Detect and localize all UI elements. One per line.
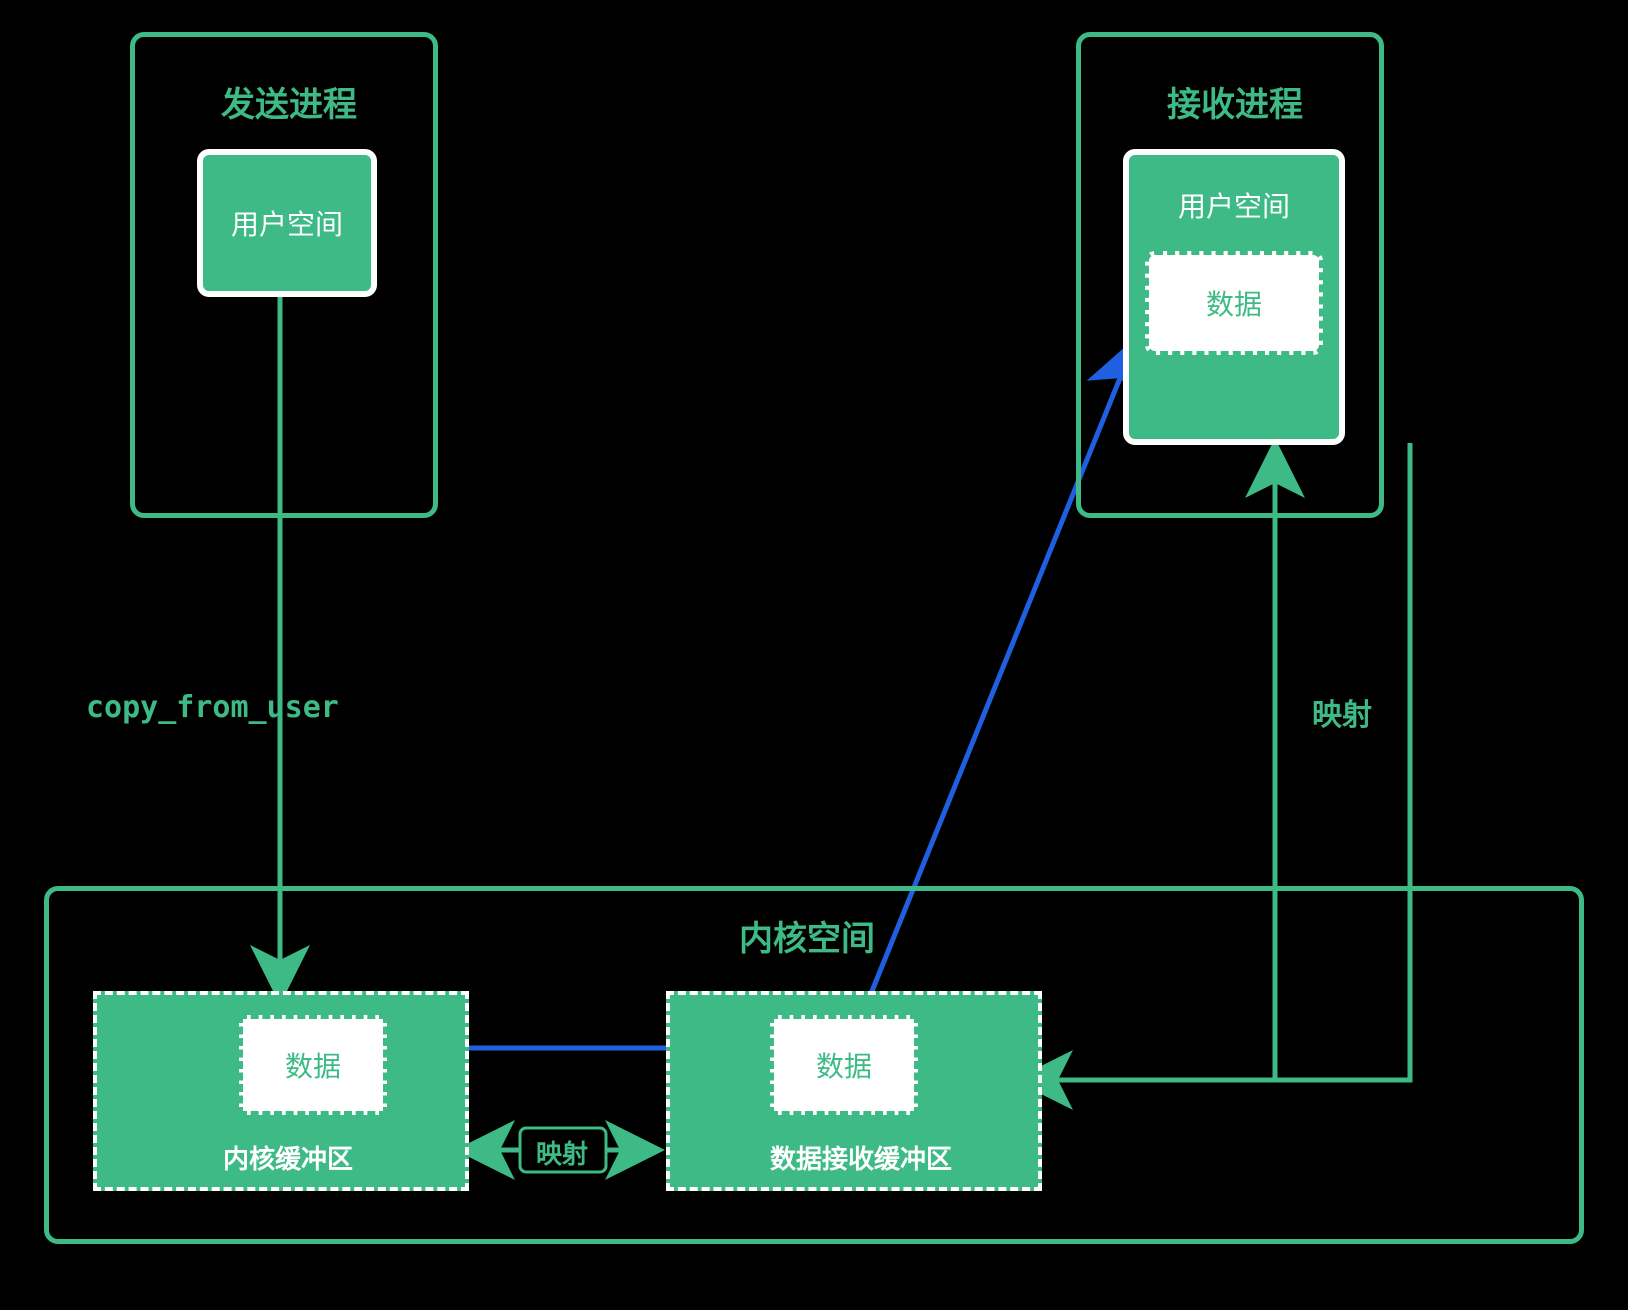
kernel-buffer-a: 数据 内核缓冲区 (93, 991, 469, 1191)
sender-title: 发送进程 (221, 77, 357, 126)
receiver-process: 接收进程 用户空间 数据 (1076, 32, 1384, 518)
kernel-space: 内核空间 数据 内核缓冲区 数据 数据接收缓冲区 (44, 886, 1584, 1244)
kernel-buffer-a-label: 内核缓冲区 (223, 1139, 353, 1176)
receiver-data-label: 数据 (1206, 283, 1262, 323)
label-map-right: 映射 (1312, 690, 1372, 734)
kernel-buffer-b: 数据 数据接收缓冲区 (666, 991, 1042, 1191)
kernel-buffer-b-data: 数据 (770, 1015, 918, 1115)
kernel-title: 内核空间 (739, 911, 875, 960)
sender-user-space-label: 用户空间 (231, 203, 343, 243)
receiver-data: 数据 (1145, 251, 1323, 355)
receiver-user-space: 用户空间 数据 (1123, 149, 1345, 445)
sender-user-space: 用户空间 (197, 149, 377, 297)
kernel-buffer-a-data-label: 数据 (285, 1045, 341, 1085)
sender-process: 发送进程 用户空间 (130, 32, 438, 518)
diagram-canvas: 发送进程 用户空间 接收进程 用户空间 数据 内核空间 数据 内核缓冲区 数据 (0, 0, 1628, 1310)
receiver-title: 接收进程 (1167, 77, 1303, 126)
kernel-buffer-a-data: 数据 (239, 1015, 387, 1115)
label-copy-from-user: copy_from_user (86, 690, 339, 725)
label-map-mid: 映射 (536, 1134, 588, 1171)
kernel-buffer-b-data-label: 数据 (816, 1045, 872, 1085)
kernel-buffer-b-label: 数据接收缓冲区 (770, 1139, 952, 1176)
receiver-user-space-label: 用户空间 (1178, 185, 1290, 225)
